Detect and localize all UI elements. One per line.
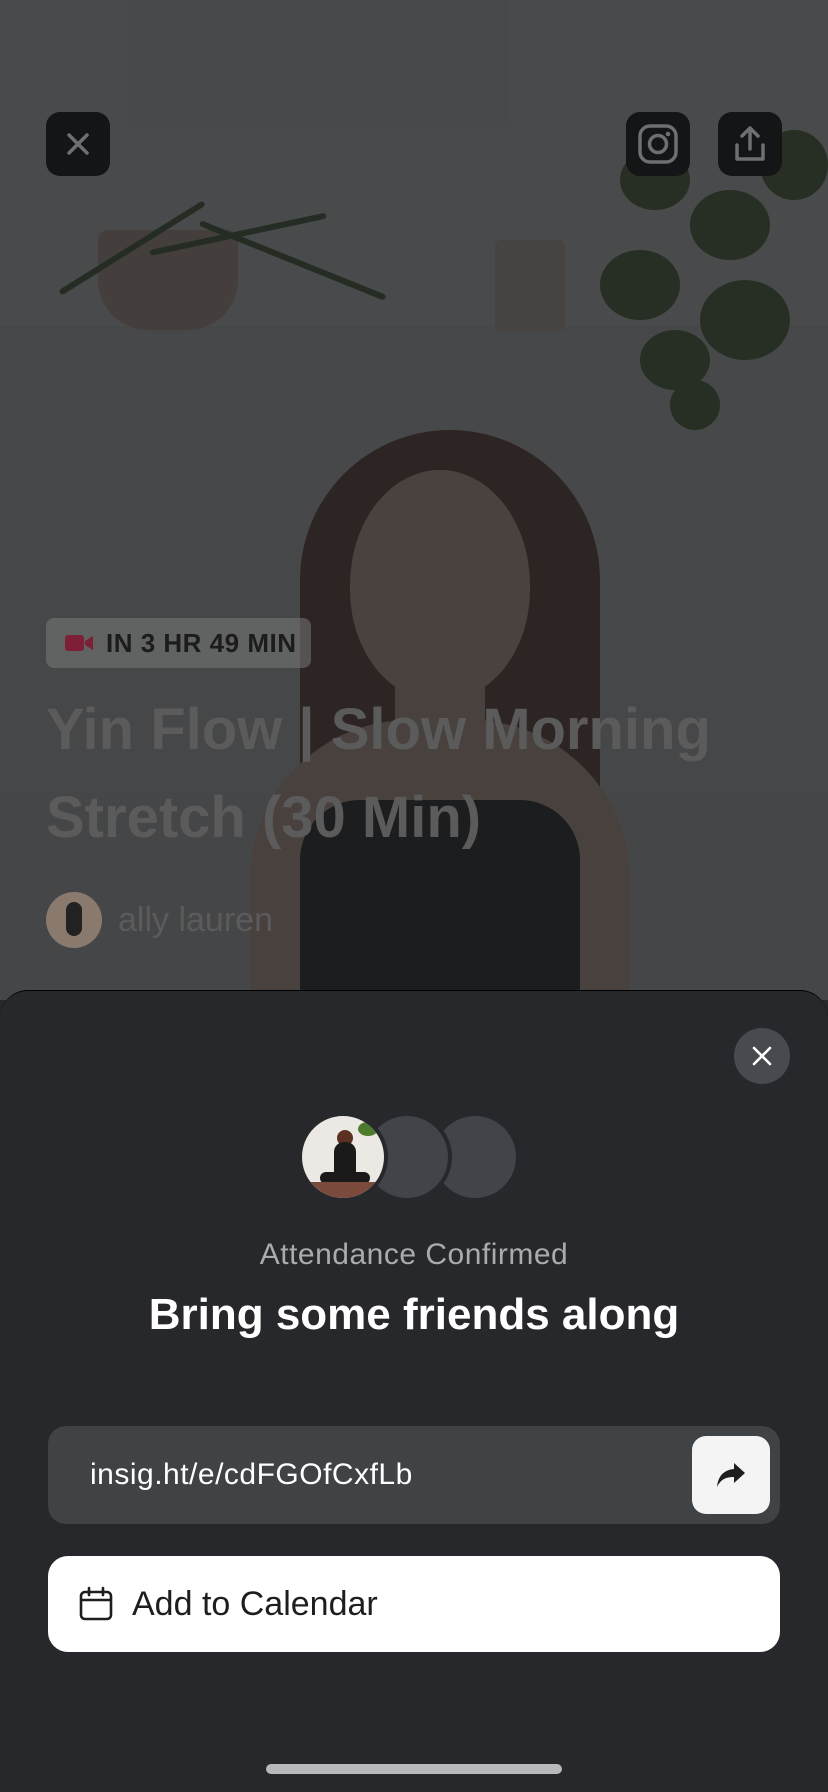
home-indicator[interactable] bbox=[266, 1764, 562, 1774]
share-sheet bbox=[0, 990, 828, 1792]
event-title: Yin Flow | Slow Morning Stretch (30 Min) bbox=[46, 697, 711, 850]
calendar-icon bbox=[79, 1586, 113, 1621]
instagram-icon bbox=[638, 124, 678, 164]
share-icon bbox=[735, 126, 765, 161]
invite-link-field[interactable]: insig.ht/e/cdFGOfCxfLb bbox=[48, 1426, 780, 1524]
host-avatar bbox=[298, 1112, 388, 1202]
sheet-headline: Bring some friends along bbox=[148, 1290, 680, 1339]
close-icon bbox=[67, 133, 89, 155]
host-info[interactable]: ally lauren bbox=[46, 892, 273, 948]
video-camera-icon bbox=[65, 635, 93, 651]
add-to-calendar-label: Add to Calendar bbox=[132, 1584, 378, 1623]
host-name: ally lauren bbox=[118, 900, 273, 939]
add-to-calendar-button[interactable]: Add to Calendar bbox=[48, 1556, 780, 1652]
invite-link-text[interactable]: insig.ht/e/cdFGOfCxfLb bbox=[90, 1426, 413, 1524]
sheet-close-button[interactable] bbox=[734, 1028, 790, 1084]
share-link-button[interactable] bbox=[692, 1436, 770, 1514]
countdown-badge: IN 3 HR 49 MIN bbox=[46, 618, 311, 668]
attendee-avatars bbox=[298, 1112, 528, 1202]
yoga-mat bbox=[302, 1182, 384, 1198]
share-button[interactable] bbox=[718, 112, 782, 176]
forward-arrow-icon bbox=[717, 1463, 745, 1487]
host-avatar bbox=[46, 892, 102, 948]
instagram-button[interactable] bbox=[626, 112, 690, 176]
plant-detail bbox=[358, 1122, 378, 1136]
close-button[interactable] bbox=[46, 112, 110, 176]
countdown-text: IN 3 HR 49 MIN bbox=[106, 627, 297, 658]
close-icon bbox=[752, 1046, 772, 1066]
attendance-status: Attendance Confirmed bbox=[259, 1238, 569, 1271]
